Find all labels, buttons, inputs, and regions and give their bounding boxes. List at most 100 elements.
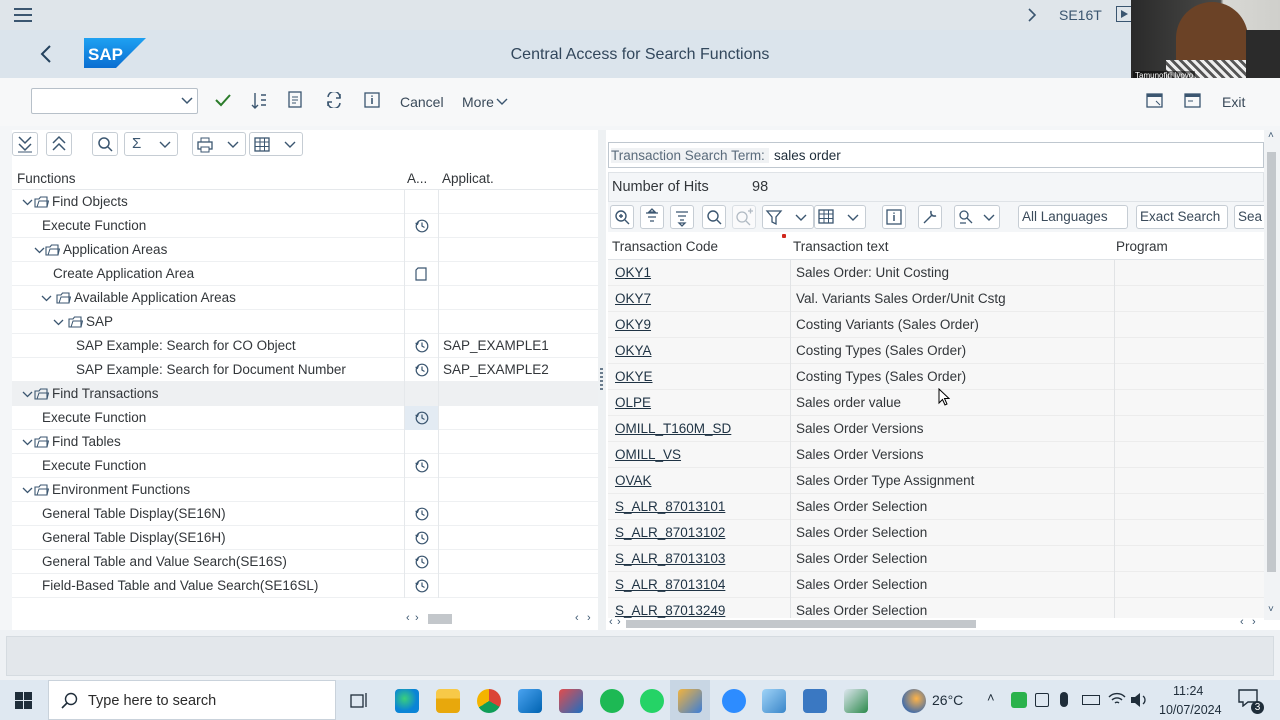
result-row[interactable]: OVAK Sales Order Type Assignment [608,468,1264,494]
header-transaction-text[interactable]: Transaction text [793,239,889,254]
weather-icon[interactable] [902,689,926,713]
tree-row-action-cell[interactable] [404,238,438,262]
details-button[interactable] [882,205,906,229]
tree-row-action-cell[interactable] [404,526,438,550]
find-button[interactable] [92,132,118,156]
tree-row-action-cell[interactable] [404,478,438,502]
transaction-code-link[interactable]: OKY1 [615,265,651,280]
tree-row-action-cell[interactable] [404,286,438,310]
transaction-code-link[interactable]: OLPE [615,395,651,410]
sort-descending-button[interactable] [670,205,694,229]
tree-row[interactable]: Find Objects [12,190,598,214]
scroll-left-icon[interactable]: ‹ [575,612,579,624]
tree-row-action-cell[interactable] [404,358,438,382]
execute-clock-icon[interactable] [415,411,429,425]
sort-icon[interactable] [251,92,267,110]
layout-button[interactable] [249,132,303,156]
result-row[interactable]: S_ALR_87013101 Sales Order Selection [608,494,1264,520]
scroll-right-icon[interactable]: › [587,612,591,624]
layout-button[interactable] [814,205,866,229]
tray-app-icon[interactable] [1011,692,1027,708]
tree-row-action-cell[interactable] [404,190,438,214]
splitter-handle[interactable] [598,130,606,630]
tree-row[interactable]: Execute Function [12,454,598,478]
tree-row-action-cell[interactable] [404,502,438,526]
tree-row[interactable]: General Table Display(SE16N) [12,502,598,526]
info-icon[interactable] [364,92,380,108]
scroll-up-icon[interactable]: ˄ [1268,130,1274,141]
filter-button[interactable] [762,205,814,229]
more-button[interactable]: More [462,94,494,110]
tree-row-action-cell[interactable] [404,214,438,238]
document-icon[interactable] [288,91,304,109]
variant-button[interactable] [954,205,1000,229]
print-button[interactable] [192,132,246,156]
zoom-icon[interactable] [722,689,746,713]
header-application[interactable]: Applicat. [442,171,494,186]
tree-row[interactable]: Find Tables [12,430,598,454]
expand-chevron-icon[interactable] [41,295,52,302]
scroll-thumb[interactable] [626,620,976,628]
tree-row-action-cell[interactable] [404,310,438,334]
file-explorer-icon[interactable] [436,689,460,713]
tree-row-action-cell[interactable] [404,262,438,286]
search-button-cut[interactable]: Sea [1234,205,1264,229]
scroll-down-icon[interactable]: ˅ [1268,604,1274,615]
transaction-code-link[interactable]: OMILL_T160M_SD [615,421,731,436]
transaction-code-link[interactable]: OKY7 [615,291,651,306]
clock-time[interactable]: 11:24 [1173,684,1203,698]
command-field[interactable] [31,88,198,114]
tray-device-icon[interactable] [1035,693,1049,707]
menu-icon[interactable] [14,7,32,23]
result-row[interactable]: S_ALR_87013102 Sales Order Selection [608,520,1264,546]
header-program[interactable]: Program [1116,239,1168,254]
tree-row[interactable]: SAP Example: Search for Document Number S… [12,358,598,382]
execute-clock-icon[interactable] [415,507,429,521]
tree-row[interactable]: Execute Function [12,406,598,430]
results-hscroll[interactable]: ‹ › ‹ › [608,616,1264,630]
search-term-input[interactable]: sales order [774,148,841,163]
expand-chevron-icon[interactable] [22,391,33,398]
chevron-down-icon[interactable] [181,97,193,105]
scroll-thumb[interactable] [428,614,452,624]
tree-row[interactable]: Find Transactions [12,382,598,406]
expand-chevron-icon[interactable] [22,439,33,446]
execute-clock-icon[interactable] [415,555,429,569]
transaction-code-link[interactable]: S_ALR_87013104 [615,577,725,592]
scroll-left-icon[interactable]: ‹ [1240,616,1244,628]
settings-button[interactable] [918,205,942,229]
execute-clock-icon[interactable] [415,531,429,545]
result-row[interactable]: OKY1 Sales Order: Unit Costing [608,260,1264,286]
windows-start-icon[interactable] [15,692,32,709]
tree-row[interactable]: SAP [12,310,598,334]
tree-row-action-cell[interactable] [404,454,438,478]
scroll-right-icon[interactable]: › [617,616,621,628]
tree-row-action-cell[interactable] [404,334,438,358]
result-row[interactable]: S_ALR_87013249 Sales Order Selection [608,598,1264,618]
tree-row[interactable]: Field-Based Table and Value Search(SE16S… [12,574,598,598]
cancel-button[interactable]: Cancel [400,94,444,110]
execute-clock-icon[interactable] [415,579,429,593]
notepad-icon[interactable] [762,689,786,713]
scroll-left-icon[interactable]: ‹ [609,616,613,628]
tree-row[interactable]: SAP Example: Search for CO Object SAP_EXA… [12,334,598,358]
scroll-right-icon[interactable]: › [1252,616,1256,628]
all-languages-button[interactable]: All Languages [1018,205,1128,229]
whatsapp-icon[interactable] [640,689,664,713]
tree-row[interactable]: Available Application Areas [12,286,598,310]
result-row[interactable]: OMILL_VS Sales Order Versions [608,442,1264,468]
spotify-icon[interactable] [600,689,624,713]
tree-row[interactable]: General Table Display(SE16H) [12,526,598,550]
exact-search-button[interactable]: Exact Search [1136,205,1228,229]
result-row[interactable]: S_ALR_87013104 Sales Order Selection [608,572,1264,598]
chrome-icon[interactable] [477,689,501,713]
taskbar-search-box[interactable]: Type here to search [48,680,336,720]
tree-row-action-cell[interactable] [404,406,438,430]
execute-clock-icon[interactable] [415,219,429,233]
header-transaction-code[interactable]: Transaction Code [612,239,718,254]
scroll-thumb[interactable] [1267,152,1276,572]
result-row[interactable]: OKY9 Costing Variants (Sales Order) [608,312,1264,338]
expand-all-button[interactable] [12,132,38,156]
create-document-icon[interactable] [415,267,427,281]
expand-chevron-icon[interactable] [22,199,33,206]
